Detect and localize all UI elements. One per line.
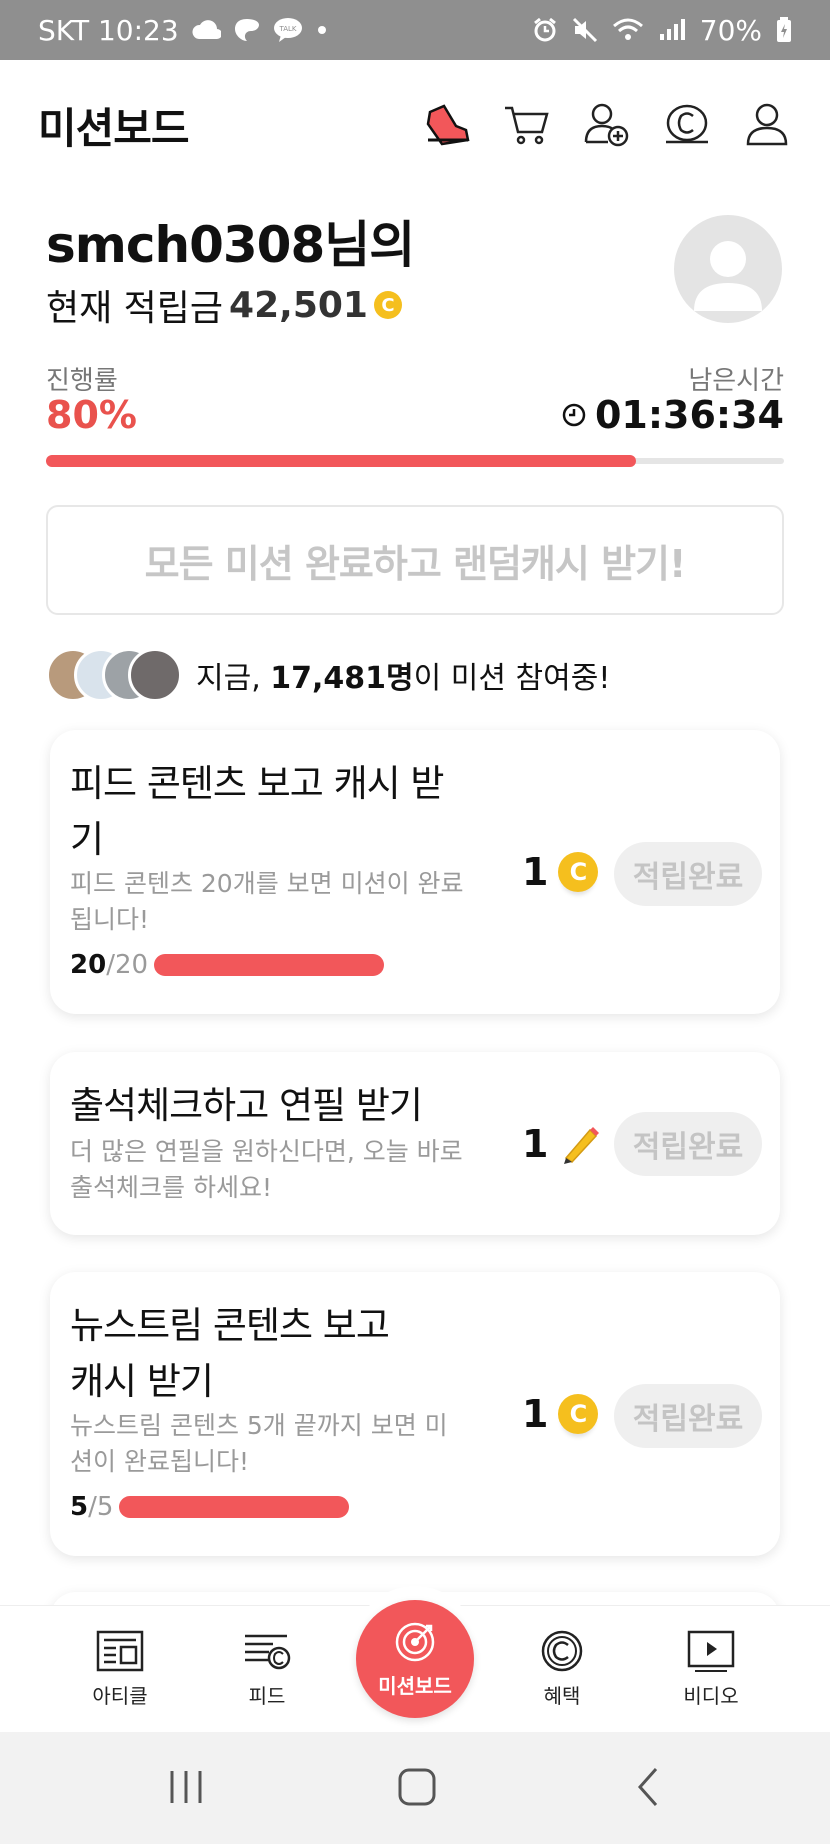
mission-reward: 1 C — [522, 850, 599, 894]
nav-mission-board-label: 미션보드 — [378, 1673, 452, 1698]
clock-icon — [562, 403, 586, 427]
article-icon — [96, 1630, 144, 1672]
nav-feed-label: 피드 — [248, 1684, 286, 1708]
balance-value: 42,501 — [229, 284, 368, 326]
mission-reward: 1 C — [522, 1392, 599, 1436]
cloud-icon — [192, 20, 221, 39]
participants-prefix: 지금, — [196, 661, 271, 696]
talk-icon: TALK — [273, 18, 302, 42]
video-icon — [687, 1630, 735, 1672]
add-friend-icon[interactable] — [582, 100, 632, 150]
home-icon[interactable] — [387, 1762, 447, 1812]
dot-icon — [317, 26, 326, 34]
page-title: 미션보드 — [38, 103, 190, 153]
mission-description: 피드 콘텐츠 20개를 보면 미션이 완료됩니다! — [70, 869, 464, 934]
nav-video-label: 비디오 — [683, 1684, 739, 1708]
coin-icon: C — [373, 291, 402, 319]
app-icon — [234, 19, 259, 41]
pencil-icon — [564, 1127, 600, 1164]
participants-text: 지금, 17,481명이 미션 참여중! — [196, 653, 610, 697]
alarm-icon — [533, 17, 556, 42]
carrier-time: SKT 10:23 — [38, 13, 179, 47]
shoe-icon[interactable] — [422, 100, 472, 150]
nav-benefit-label: 혜택 — [543, 1684, 581, 1708]
coin-icon: C — [558, 852, 599, 892]
mission-description: 뉴스트림 콘텐츠 5개 끝까지 보면 미션이 완료됩니다! — [70, 1411, 448, 1476]
svg-text:TALK: TALK — [278, 25, 296, 33]
nav-mission-board[interactable]: 미션보드 — [356, 1600, 474, 1718]
coin-icon: C — [558, 1394, 599, 1434]
reward-amount: 1 — [522, 1122, 549, 1166]
user-name: smch0308님의 — [46, 216, 415, 274]
back-icon[interactable] — [620, 1762, 680, 1812]
user-summary: smch0308님의 현재 적립금 42,501 C — [46, 215, 415, 331]
wifi-icon — [612, 18, 643, 40]
mission-description: 더 많은 연필을 원하신다면, 오늘 바로 출석체크를 하세요! — [70, 1137, 463, 1202]
reward-amount: 1 — [522, 850, 549, 894]
claimed-button[interactable]: 적립완료 — [614, 1384, 762, 1448]
mission-progress-done: 20 — [70, 950, 107, 980]
participants-suffix: 이 미션 참여중! — [413, 661, 611, 696]
mission-progress: 5/5 — [70, 1492, 350, 1522]
claimed-button[interactable]: 적립완료 — [614, 1112, 762, 1176]
participants-row: 지금, 17,481명이 미션 참여중! — [46, 648, 610, 702]
progress-bar — [46, 455, 784, 467]
recent-apps-icon[interactable] — [156, 1762, 216, 1812]
mission-progress-total: /5 — [88, 1492, 114, 1522]
nav-video[interactable]: 비디오 — [651, 1606, 771, 1733]
balance-label: 현재 적립금 — [46, 288, 224, 329]
system-nav-bar — [0, 1732, 830, 1844]
participants-count: 17,481명 — [270, 661, 414, 696]
progress-value: 80% — [46, 393, 137, 437]
participant-avatar — [128, 648, 182, 702]
benefit-icon — [541, 1630, 583, 1672]
mission-progress-bar — [119, 1496, 350, 1518]
balance-row: 현재 적립금 42,501 C — [46, 279, 414, 331]
mission-card[interactable]: 뉴스트림 콘텐츠 보고 캐시 받기 뉴스트림 콘텐츠 5개 끝까지 보면 미션이… — [50, 1272, 780, 1556]
mission-card[interactable]: 피드 콘텐츠 보고 캐시 받기 피드 콘텐츠 20개를 보면 미션이 완료됩니다… — [50, 730, 780, 1014]
time-left-text: 01:36:34 — [594, 393, 784, 437]
battery-percent: 70% — [699, 13, 762, 47]
nav-benefit[interactable]: 혜택 — [502, 1606, 622, 1733]
mission-title: 출석체크하고 연필 받기 — [70, 1084, 423, 1127]
battery-icon — [777, 17, 791, 42]
mute-icon — [572, 17, 597, 43]
mission-progress-total: /20 — [106, 950, 149, 980]
time-left-value: 01:36:34 — [561, 393, 784, 437]
nav-feed[interactable]: 피드 — [207, 1606, 327, 1733]
mission-reward: 1 — [522, 1122, 602, 1166]
target-icon — [395, 1622, 435, 1661]
mission-title: 피드 콘텐츠 보고 캐시 받기 — [70, 762, 444, 861]
all-missions-reward-button[interactable]: 모든 미션 완료하고 랜덤캐시 받기! — [46, 505, 784, 615]
claimed-button[interactable]: 적립완료 — [614, 842, 762, 906]
feed-icon — [245, 1634, 291, 1670]
mission-progress-done: 5 — [70, 1492, 89, 1522]
profile-icon[interactable] — [742, 100, 792, 150]
mission-title: 뉴스트림 콘텐츠 보고 캐시 받기 — [70, 1304, 390, 1403]
mission-card[interactable]: 출석체크하고 연필 받기 더 많은 연필을 원하신다면, 오늘 바로 출석체크를… — [50, 1052, 780, 1235]
cash-icon[interactable] — [662, 100, 712, 150]
time-left-label: 남은시간 — [688, 366, 784, 396]
nav-article-label: 아티클 — [92, 1684, 148, 1708]
participant-avatars — [46, 648, 182, 702]
reward-amount: 1 — [522, 1392, 549, 1436]
signal-icon — [659, 19, 685, 40]
mission-progress: 20/20 — [70, 950, 385, 980]
app-header: 미션보드 — [0, 60, 830, 190]
progress-bar-fill — [46, 455, 637, 467]
avatar[interactable] — [674, 215, 782, 323]
status-bar: SKT 10:23 TALK 70% — [0, 0, 830, 60]
mission-progress-bar — [154, 954, 385, 976]
cart-icon[interactable] — [502, 100, 552, 150]
progress-label: 진행률 — [46, 366, 118, 396]
nav-article[interactable]: 아티클 — [60, 1606, 180, 1733]
